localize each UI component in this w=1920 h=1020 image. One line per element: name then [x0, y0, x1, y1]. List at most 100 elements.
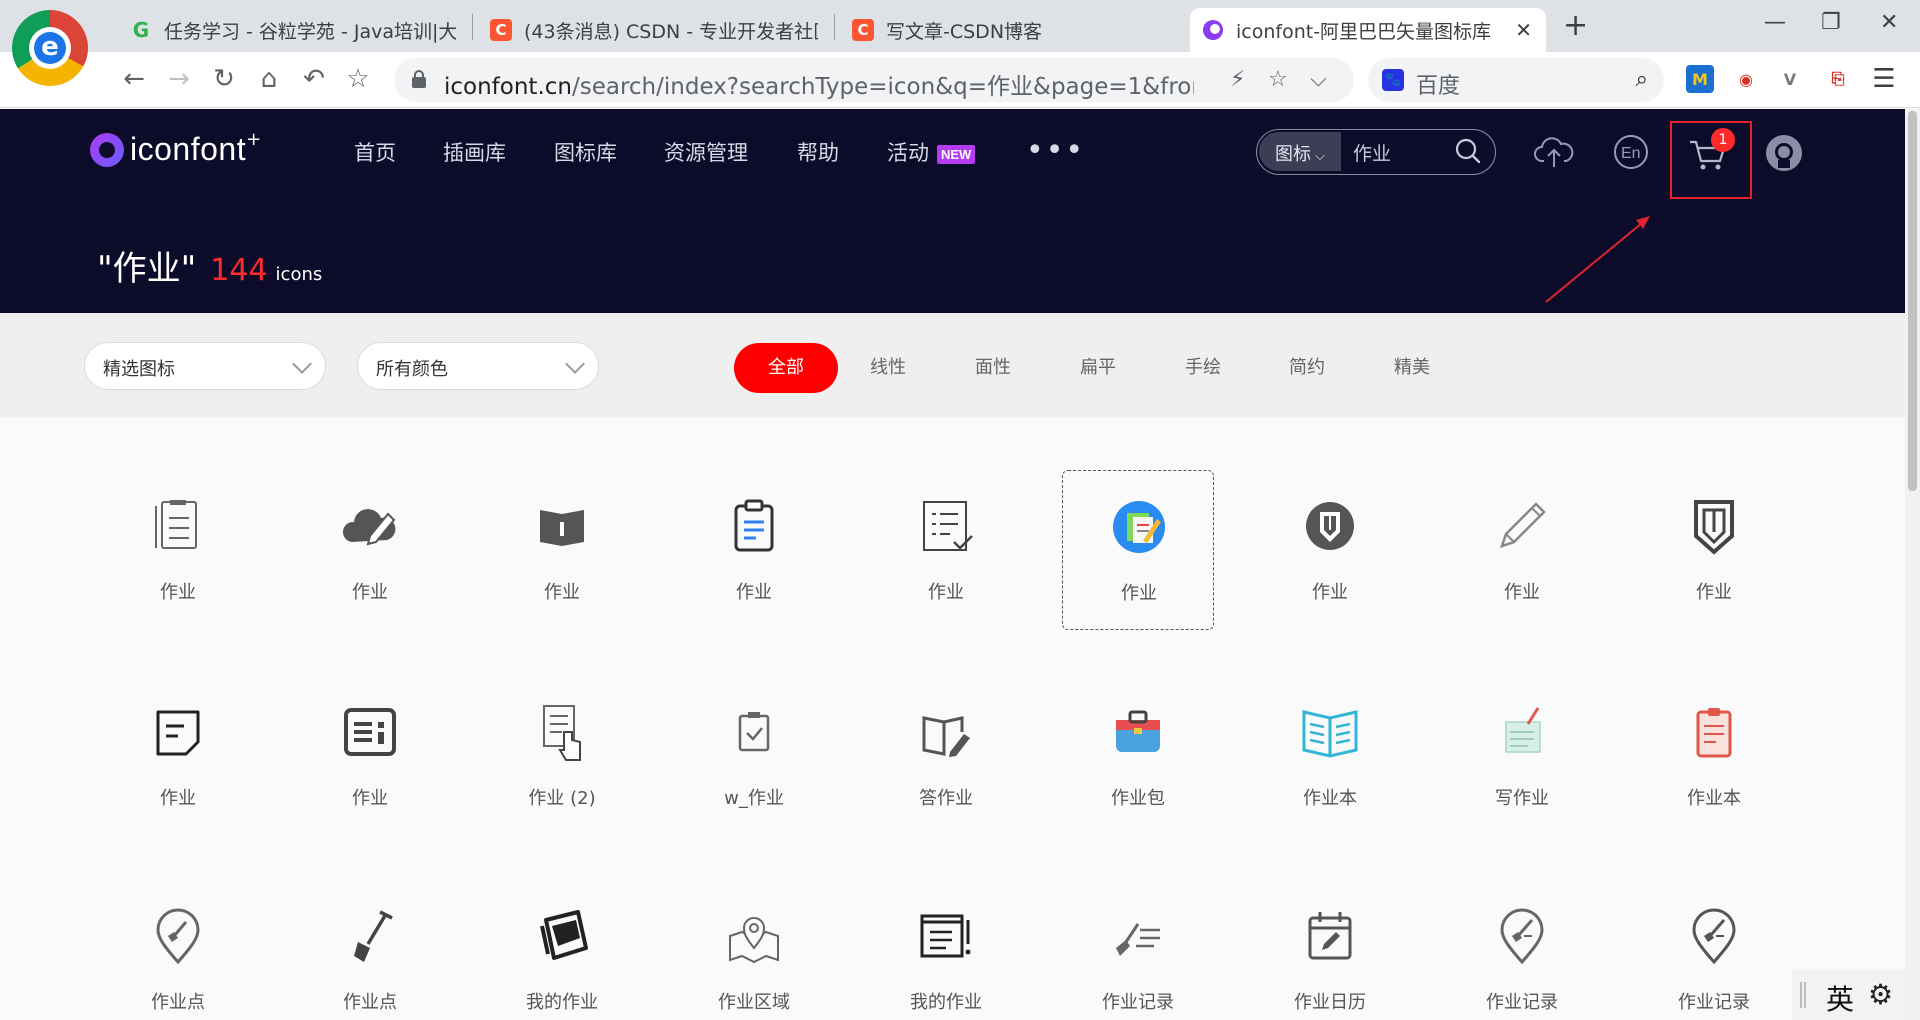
icon-card[interactable]: 作业	[1638, 470, 1790, 630]
icon-card[interactable]: 作业日历	[1254, 880, 1406, 1020]
icon-card[interactable]: 作业	[678, 470, 830, 630]
search-icon[interactable]	[1453, 136, 1483, 166]
more-menu-icon[interactable]: •••	[1026, 133, 1085, 168]
icon-card[interactable]: 作业记录	[1638, 880, 1790, 1020]
guli-favicon-icon: G	[132, 18, 150, 42]
m-extension-icon[interactable]: M	[1686, 65, 1714, 93]
iconfont-logo-icon	[90, 132, 124, 167]
close-window-button[interactable]: ✕	[1880, 10, 1898, 35]
icon-card[interactable]: 作业记录	[1062, 880, 1214, 1020]
baidu-paw-icon: 🐾	[1382, 69, 1404, 91]
back-button[interactable]: ←	[118, 64, 150, 94]
ime-drag-handle[interactable]	[1800, 982, 1806, 1008]
icon-card[interactable]: 作业	[486, 470, 638, 630]
nav-illustrations[interactable]: 插画库	[443, 137, 506, 167]
restore-button[interactable]: ❐	[1821, 10, 1841, 35]
reload-button[interactable]: ↻	[208, 64, 240, 94]
star-icon[interactable]: ☆	[1268, 67, 1288, 92]
nav-resource-management[interactable]: 资源管理	[664, 137, 748, 167]
tab-csdn-write[interactable]: C 写文章-CSDN博客	[840, 8, 1180, 52]
style-tab-2[interactable]: 面性	[958, 343, 1028, 393]
icon-card[interactable]: 作业本	[1638, 676, 1790, 836]
new-tab-button[interactable]: +	[1563, 8, 1588, 43]
nav-activities[interactable]: 活动 NEW	[887, 137, 976, 167]
upload-cloud-icon[interactable]	[1534, 133, 1574, 171]
scroll-thumb[interactable]	[1908, 111, 1917, 491]
tab-close-icon[interactable]: ✕	[1515, 18, 1532, 42]
icon-card[interactable]: 作业	[1254, 470, 1406, 630]
nav-icon-library[interactable]: 图标库	[554, 137, 617, 167]
ime-mode-toggle[interactable]: 英	[1826, 978, 1854, 1018]
icon-name-label: 答作业	[919, 788, 973, 809]
icon-card[interactable]: 作业本	[1254, 676, 1406, 836]
forward-button[interactable]: →	[163, 64, 195, 94]
minimize-button[interactable]: —	[1764, 10, 1786, 35]
icon-card[interactable]: 作业	[1062, 470, 1214, 630]
site-logo[interactable]: iconfont +	[90, 129, 261, 168]
featured-filter-select[interactable]: 精选图标	[84, 342, 326, 390]
icon-card[interactable]: 作业 (2)	[486, 676, 638, 836]
lock-icon[interactable]	[412, 70, 426, 88]
home-button[interactable]: ⌂	[253, 64, 285, 94]
icon-card[interactable]: 作业	[294, 676, 446, 836]
language-en-icon[interactable]: En	[1612, 133, 1650, 171]
lightning-icon[interactable]: ⚡	[1230, 67, 1245, 92]
map-pin-icon	[724, 906, 784, 966]
icon-card[interactable]: 作业	[1446, 470, 1598, 630]
search-type-select[interactable]: 图标 ⌵	[1259, 132, 1341, 171]
style-tab-0[interactable]: 全部	[734, 343, 838, 393]
clipboard-blue-icon	[724, 496, 784, 556]
pdf-extension-icon[interactable]: ⎘	[1824, 65, 1852, 93]
calendar-edit-icon	[1300, 906, 1360, 966]
page-scrollbar[interactable]	[1905, 109, 1920, 1020]
tab-guli[interactable]: G 任务学习 - 谷粒学苑 - Java培训|大数	[118, 8, 468, 52]
tab-iconfont[interactable]: iconfont-阿里巴巴矢量图标库 ✕	[1190, 8, 1546, 52]
tab-csdn-messages[interactable]: C (43条消息) CSDN - 专业开发者社区	[478, 8, 830, 52]
search-icon[interactable]: ⌕	[1636, 67, 1648, 92]
icon-card[interactable]: 作业包	[1062, 676, 1214, 836]
url-text[interactable]: iconfont.cn/search/index?searchType=icon…	[444, 67, 1194, 101]
search-input[interactable]: 作业	[1353, 139, 1391, 166]
gear-icon[interactable]: ⚙	[1868, 978, 1893, 1011]
icon-name-label: 作业记录	[1486, 992, 1558, 1013]
pin-shovel-2-icon	[1492, 906, 1552, 966]
color-filter-select[interactable]: 所有颜色	[357, 342, 599, 390]
baidu-search-box[interactable]: 🐾 百度 ⌕	[1368, 58, 1664, 102]
icon-card[interactable]: 作业	[102, 676, 254, 836]
icon-card[interactable]: 作业记录	[1446, 880, 1598, 1020]
icon-card[interactable]: 作业	[870, 470, 1022, 630]
icon-card[interactable]: w_作业	[678, 676, 830, 836]
style-tab-4[interactable]: 手绘	[1168, 343, 1238, 393]
nav-home[interactable]: 首页	[354, 137, 396, 167]
url-path: /search/index?searchType=icon&q=作业&page=…	[571, 74, 1194, 100]
notebook-tilt-icon	[532, 906, 592, 966]
address-bar[interactable]: iconfont.cn/search/index?searchType=icon…	[394, 58, 1354, 102]
icon-card[interactable]: 作业点	[102, 880, 254, 1020]
chevron-down-icon[interactable]: ⌵	[1310, 67, 1327, 92]
icon-card[interactable]: 我的作业	[870, 880, 1022, 1020]
nav-help[interactable]: 帮助	[797, 137, 839, 167]
site-logo-text: iconfont	[130, 131, 247, 167]
mute-extension-icon[interactable]: ◉	[1732, 65, 1760, 93]
icon-name-label: 作业	[736, 582, 772, 603]
note-pen-icon	[1492, 702, 1552, 762]
icon-card[interactable]: 作业	[294, 470, 446, 630]
icon-card[interactable]: 作业点	[294, 880, 446, 1020]
icon-card[interactable]: 答作业	[870, 676, 1022, 836]
style-tab-1[interactable]: 线性	[853, 343, 923, 393]
vue-devtools-icon[interactable]: V	[1776, 65, 1804, 93]
icon-card[interactable]: 作业	[102, 470, 254, 630]
result-count: 144	[210, 253, 268, 288]
site-search-box[interactable]: 图标 ⌵ 作业	[1256, 129, 1496, 175]
bookmark-page-button[interactable]: ☆	[342, 64, 374, 94]
browser-menu-icon[interactable]: ☰	[1868, 64, 1900, 94]
style-tab-3[interactable]: 扁平	[1063, 343, 1133, 393]
icon-card[interactable]: 写作业	[1446, 676, 1598, 836]
icon-name-label: 作业包	[1111, 788, 1165, 809]
style-tab-6[interactable]: 精美	[1377, 343, 1447, 393]
icon-card[interactable]: 作业区域	[678, 880, 830, 1020]
undo-button[interactable]: ↶	[298, 64, 330, 94]
user-avatar-icon[interactable]	[1764, 133, 1804, 173]
icon-card[interactable]: 我的作业	[486, 880, 638, 1020]
style-tab-5[interactable]: 简约	[1272, 343, 1342, 393]
